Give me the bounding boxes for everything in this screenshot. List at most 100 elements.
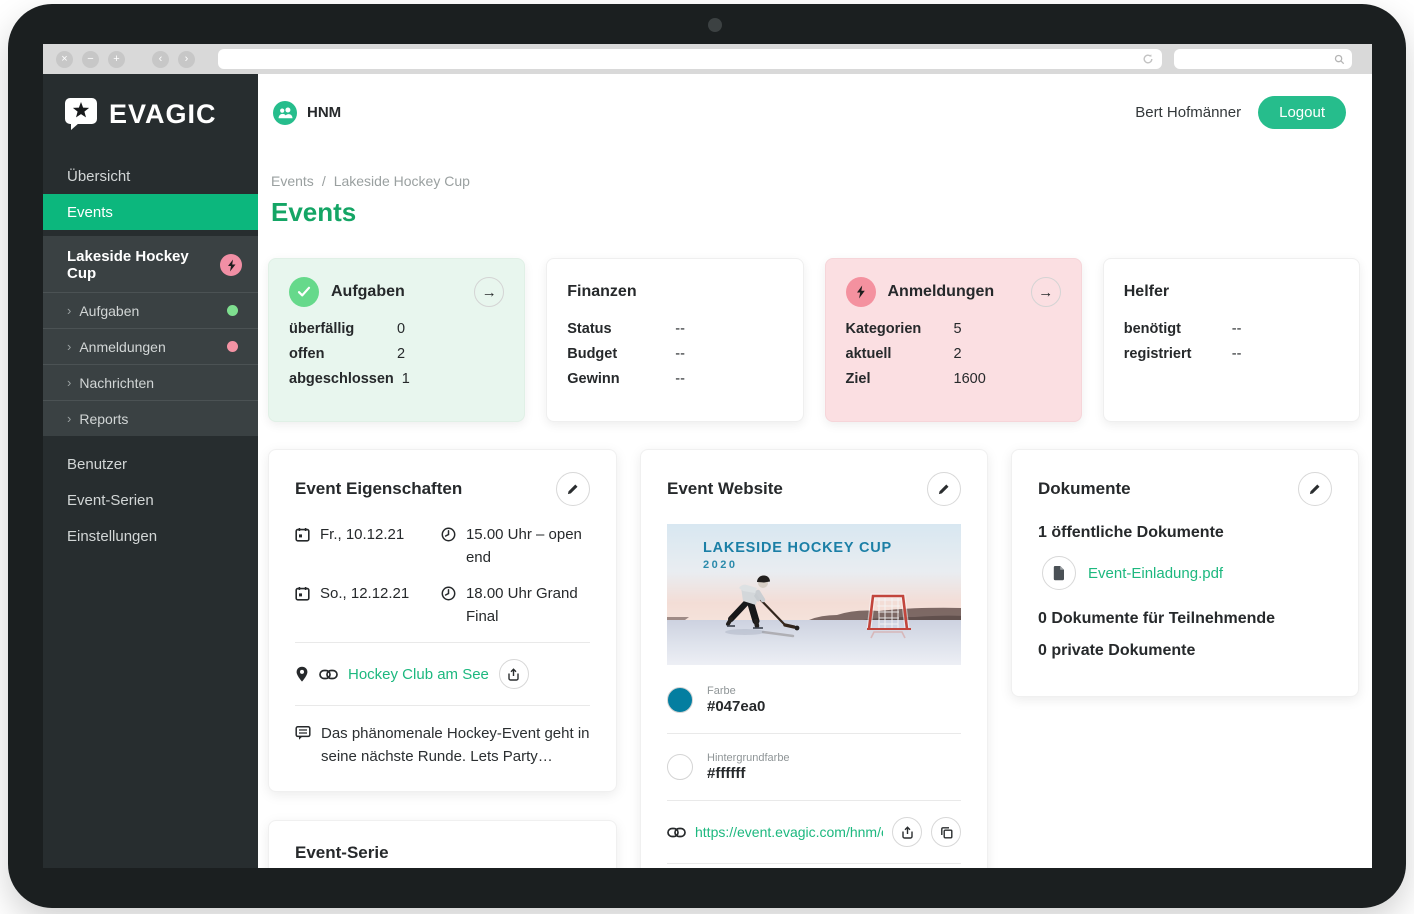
sidebar-item-benutzer[interactable]: Benutzer <box>43 446 258 482</box>
sidebar-item-label: Reports <box>79 411 128 427</box>
document-icon <box>1052 565 1066 581</box>
copy-icon <box>940 826 953 839</box>
edit-website-button[interactable] <box>927 472 961 506</box>
logo-text: EVAGIC <box>109 99 217 130</box>
background-color-swatch[interactable] <box>667 754 693 780</box>
calendar-icon <box>295 586 310 601</box>
location-link[interactable]: Hockey Club am See <box>348 666 489 683</box>
document-icon-button <box>1042 556 1076 590</box>
open-location-button[interactable] <box>499 659 529 689</box>
comment-icon <box>295 725 311 741</box>
link-icon <box>667 827 686 838</box>
edit-properties-button[interactable] <box>556 472 590 506</box>
stat-row: registriert-- <box>1124 346 1339 362</box>
app-logo[interactable]: EVAGIC <box>43 74 258 158</box>
card-finanzen: Finanzen Status-- Budget-- Gewinn-- <box>546 258 803 422</box>
window-close-button[interactable]: × <box>56 51 73 68</box>
card-event-eigenschaften: Event Eigenschaften Fr., 10.12.21 <box>268 449 617 792</box>
color-swatch[interactable] <box>667 687 693 713</box>
stat-row: offen2 <box>289 346 504 362</box>
sidebar-item-anmeldungen[interactable]: › Anmeldungen <box>43 328 258 364</box>
detail-column-1: Event Eigenschaften Fr., 10.12.21 <box>268 449 617 868</box>
open-website-button[interactable] <box>892 817 922 847</box>
sidebar-item-events[interactable]: Events <box>43 194 258 230</box>
card-event-serie: Event-Serie <box>268 820 617 869</box>
check-circle-icon <box>289 277 319 307</box>
event-location-row: Hockey Club am See <box>295 655 590 693</box>
color-value: #047ea0 <box>707 698 765 715</box>
sidebar-item-aufgaben[interactable]: › Aufgaben <box>43 292 258 328</box>
breadcrumb-separator: / <box>322 173 326 189</box>
stat-row: Gewinn-- <box>567 371 782 387</box>
aufgaben-arrow-button[interactable]: → <box>474 277 504 307</box>
card-helfer: Helfer benötigt-- registriert-- <box>1103 258 1360 422</box>
browser-forward-button[interactable]: › <box>178 51 195 68</box>
card-title: Event Website <box>667 479 783 499</box>
sidebar-item-reports[interactable]: › Reports <box>43 400 258 436</box>
status-dot-pink <box>227 341 238 352</box>
event-name-label: Lakeside Hockey Cup <box>67 248 220 282</box>
address-bar[interactable] <box>218 49 1162 69</box>
open-external-icon <box>507 668 520 681</box>
clock-icon <box>441 586 456 601</box>
sidebar-item-uebersicht[interactable]: Übersicht <box>43 158 258 194</box>
browser-window: × − + ‹ › <box>43 44 1372 868</box>
reload-icon[interactable] <box>1142 53 1154 65</box>
sidebar-item-label: Nachrichten <box>79 375 154 391</box>
sidebar-item-label: Event-Serien <box>67 492 154 509</box>
event-alert-badge <box>220 254 242 276</box>
window-maximize-button[interactable]: + <box>108 51 125 68</box>
stat-row: abgeschlossen1 <box>289 371 504 387</box>
card-event-website: Event Website <box>640 449 988 868</box>
private-documents-count: 0 private Dokumente <box>1038 642 1332 660</box>
lightning-circle-icon <box>846 277 876 307</box>
chrome-search-field[interactable] <box>1174 49 1352 69</box>
browser-chrome: × − + ‹ › <box>43 44 1372 74</box>
organization-label: HNM <box>307 104 341 121</box>
color-label: Farbe <box>707 685 765 697</box>
map-pin-icon <box>295 666 309 683</box>
event-time: 15.00 Uhr – open end <box>441 524 590 569</box>
browser-back-button[interactable]: ‹ <box>152 51 169 68</box>
background-color-label: Hintergrundfarbe <box>707 752 790 764</box>
chevron-right-icon: › <box>67 375 71 390</box>
copy-url-button[interactable] <box>931 817 961 847</box>
breadcrumb-events[interactable]: Events <box>271 173 314 189</box>
sidebar-item-label: Benutzer <box>67 456 127 473</box>
sidebar-item-einstellungen[interactable]: Einstellungen <box>43 518 258 554</box>
detail-cards-row: Event Eigenschaften Fr., 10.12.21 <box>268 449 1360 868</box>
chevron-right-icon: › <box>67 303 71 318</box>
organization[interactable]: HNM <box>273 101 341 125</box>
page-title: Events <box>271 197 1372 228</box>
breadcrumb-current: Lakeside Hockey Cup <box>334 173 470 189</box>
poster-title: LAKESIDE HOCKEY CUP <box>703 540 892 556</box>
link-icon <box>319 669 338 680</box>
user-name: Bert Hofmänner <box>1135 104 1241 121</box>
status-dot-green <box>227 305 238 316</box>
top-header: HNM Bert Hofmänner Logout <box>258 74 1372 129</box>
sidebar-item-event-serien[interactable]: Event-Serien <box>43 482 258 518</box>
edit-documents-button[interactable] <box>1298 472 1332 506</box>
event-date: So., 12.12.21 <box>295 583 433 628</box>
document-file-link[interactable]: Event-Einladung.pdf <box>1088 565 1223 582</box>
chevron-right-icon: › <box>67 339 71 354</box>
card-title: Event Eigenschaften <box>295 479 462 499</box>
anmeldungen-arrow-button[interactable]: → <box>1031 277 1061 307</box>
participant-documents-count: 0 Dokumente für Teilnehmende <box>1038 610 1332 628</box>
window-minimize-button[interactable]: − <box>82 51 99 68</box>
logout-button[interactable]: Logout <box>1258 96 1346 129</box>
background-color-value: #ffffff <box>707 765 790 782</box>
website-color-row: Farbe #047ea0 <box>667 679 961 721</box>
website-background-color-row: Hintergrundfarbe #ffffff <box>667 746 961 788</box>
website-url-link[interactable]: https://event.evagic.com/hnm/e/l… <box>695 824 883 840</box>
pencil-icon <box>937 482 951 496</box>
stat-row: Ziel1600 <box>846 371 1061 387</box>
card-title: Helfer <box>1124 283 1169 301</box>
website-url-row: https://event.evagic.com/hnm/e/l… <box>667 813 961 851</box>
stat-row: überfällig0 <box>289 321 504 337</box>
subnav-event-title[interactable]: Lakeside Hockey Cup <box>43 236 258 292</box>
breadcrumb: Events / Lakeside Hockey Cup <box>271 173 1372 189</box>
chevron-right-icon: › <box>67 411 71 426</box>
sidebar-item-nachrichten[interactable]: › Nachrichten <box>43 364 258 400</box>
open-external-icon <box>901 826 914 839</box>
